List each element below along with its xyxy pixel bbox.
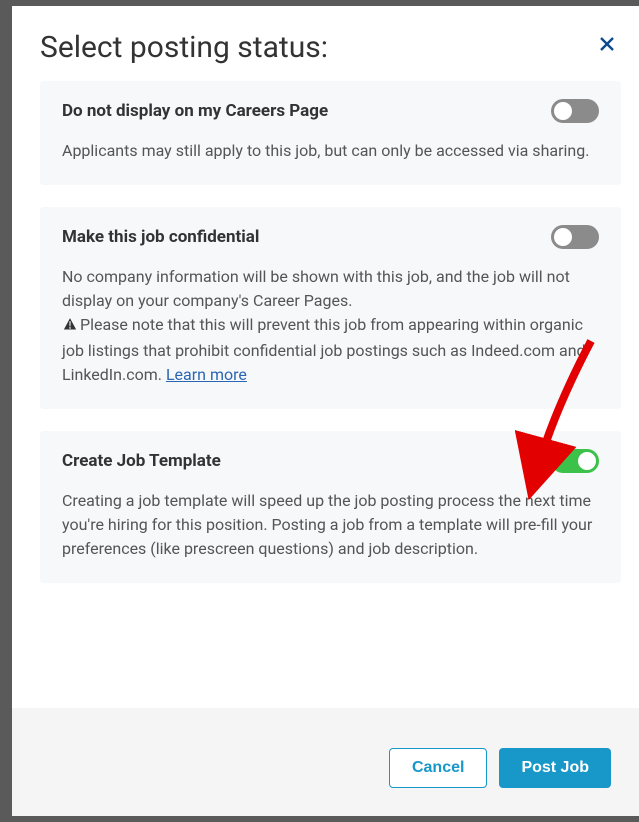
option-title: Create Job Template (62, 451, 221, 471)
warning-text: Please note that this will prevent this … (62, 315, 586, 384)
toggle-do-not-display[interactable] (551, 99, 599, 123)
option-confidential: Make this job confidential No company in… (40, 207, 621, 409)
learn-more-link[interactable]: Learn more (166, 365, 247, 384)
toggle-knob (554, 102, 572, 120)
option-header: Do not display on my Careers Page (62, 99, 599, 123)
modal-header: Select posting status: (12, 6, 639, 81)
option-do-not-display: Do not display on my Careers Page Applic… (40, 81, 621, 185)
toggle-confidential[interactable] (551, 225, 599, 249)
toggle-create-template[interactable] (551, 449, 599, 473)
toggle-knob (554, 228, 572, 246)
post-job-button[interactable]: Post Job (499, 748, 611, 788)
option-description: No company information will be shown wit… (62, 265, 599, 387)
close-button[interactable] (599, 36, 615, 52)
close-icon (599, 36, 615, 52)
cancel-button[interactable]: Cancel (389, 748, 487, 788)
toggle-knob (578, 452, 596, 470)
option-description: Creating a job template will speed up th… (62, 489, 599, 561)
modal-title: Select posting status: (40, 30, 611, 65)
modal-footer: Cancel Post Job (12, 708, 639, 816)
option-title: Make this job confidential (62, 227, 259, 247)
option-create-template: Create Job Template Creating a job templ… (40, 431, 621, 583)
modal-body[interactable]: Do not display on my Careers Page Applic… (12, 81, 635, 708)
option-description: Applicants may still apply to this job, … (62, 139, 599, 163)
description-intro: No company information will be shown wit… (62, 267, 570, 310)
posting-status-modal: Select posting status: Do not display on… (12, 6, 639, 816)
option-header: Create Job Template (62, 449, 599, 473)
warning-icon (62, 315, 78, 339)
option-header: Make this job confidential (62, 225, 599, 249)
option-title: Do not display on my Careers Page (62, 101, 328, 121)
